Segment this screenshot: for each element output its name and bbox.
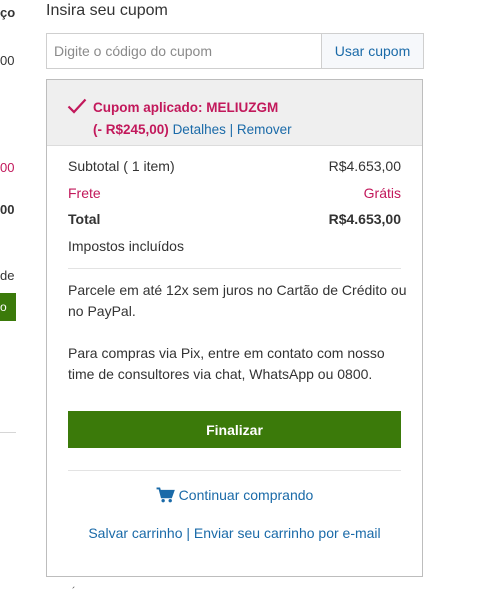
left-fragment-button[interactable]: o <box>0 293 16 321</box>
finalize-button[interactable]: Finalizar <box>68 411 401 448</box>
coupon-input[interactable] <box>47 34 321 68</box>
left-column-fragment: ço 00 00 00 de o <box>0 0 16 595</box>
pix-info: Para compras via Pix, entre em contato c… <box>68 345 385 382</box>
coupon-applied-message: Cupom aplicado: MELIUZGM <box>93 100 279 115</box>
divider <box>68 470 401 471</box>
footer-fragment: ´ <box>72 586 76 598</box>
shipping-row: Frete Grátis <box>68 185 401 201</box>
taxes-note: Impostos incluídos <box>68 238 184 254</box>
total-label: Total <box>68 211 101 227</box>
order-summary-panel: Cupom aplicado: MELIUZGM (- R$245,00) De… <box>46 79 423 577</box>
cart-links: Salvar carrinho | Enviar seu carrinho po… <box>47 525 422 541</box>
left-fragment-text: 00 <box>0 160 15 175</box>
coupon-remove-link[interactable]: Remover <box>237 122 292 137</box>
coupon-applied-banner: Cupom aplicado: MELIUZGM (- R$245,00) De… <box>47 80 422 146</box>
installments-info: Parcele em até 12x sem juros no Cartão d… <box>68 282 407 319</box>
shipping-label: Frete <box>68 185 101 201</box>
divider <box>68 268 401 269</box>
link-separator: | <box>186 525 191 541</box>
left-fragment-divider <box>0 432 16 433</box>
shipping-value: Grátis <box>363 185 401 201</box>
coupon-details-link[interactable]: Detalhes <box>173 122 226 137</box>
continue-shopping-link[interactable]: Continuar comprando <box>47 487 422 503</box>
save-cart-link[interactable]: Salvar carrinho <box>88 525 182 541</box>
email-cart-link[interactable]: Enviar seu carrinho por e-mail <box>194 525 381 541</box>
coupon-applied-details: (- R$245,00) Detalhes | Remover <box>93 122 292 137</box>
link-separator: | <box>229 122 234 137</box>
coupon-discount: (- R$245,00) <box>93 122 169 137</box>
left-fragment-text: 00 <box>0 53 15 68</box>
total-row: Total R$4.653,00 <box>68 211 401 227</box>
left-fragment-text: ço <box>0 5 16 20</box>
left-fragment-text: de <box>0 268 15 283</box>
left-fragment-text: 00 <box>0 202 15 217</box>
total-value: R$4.653,00 <box>328 211 401 227</box>
subtotal-value: R$4.653,00 <box>328 158 401 174</box>
continue-shopping-label: Continuar comprando <box>178 487 314 503</box>
coupon-form: Usar cupom <box>46 33 424 69</box>
subtotal-row: Subtotal ( 1 item) R$4.653,00 <box>68 158 401 174</box>
coupon-title: Insira seu cupom <box>46 2 168 19</box>
apply-coupon-button[interactable]: Usar cupom <box>321 34 423 68</box>
subtotal-label: Subtotal ( 1 item) <box>68 158 175 174</box>
check-icon <box>67 98 87 114</box>
shopping-cart-icon <box>156 487 175 503</box>
